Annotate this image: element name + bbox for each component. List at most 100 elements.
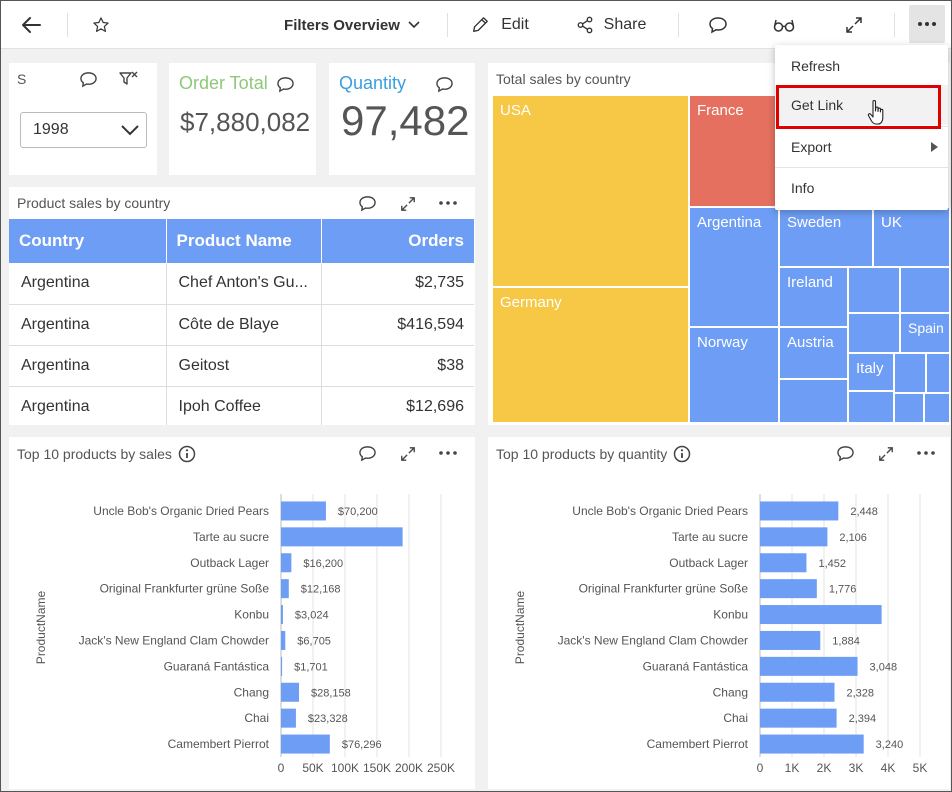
treemap-cell[interactable] xyxy=(848,391,894,423)
comment-icon[interactable] xyxy=(433,73,455,95)
treemap-title: Total sales by country xyxy=(496,71,631,87)
category-label: Camembert Pierrot xyxy=(168,737,270,751)
data-label: 3,048 xyxy=(870,661,898,673)
menu-item-refresh[interactable]: Refresh xyxy=(775,46,948,86)
menu-item-label: Refresh xyxy=(791,58,841,74)
bar xyxy=(760,605,882,625)
treemap-label: USA xyxy=(500,102,531,119)
treemap-cell-germany[interactable]: Germany xyxy=(492,287,689,423)
data-label: 2,328 xyxy=(846,687,874,699)
share-button[interactable]: Share xyxy=(571,1,651,49)
treemap-cell[interactable] xyxy=(894,353,926,393)
data-label: 1,884 xyxy=(832,635,860,647)
treemap-cell-italy[interactable]: Italy xyxy=(848,353,894,391)
dashboard-title-dropdown[interactable]: Filters Overview xyxy=(277,1,427,49)
treemap-cell-ireland[interactable]: Ireland xyxy=(779,267,848,327)
comment-icon[interactable] xyxy=(77,68,99,90)
data-label: $1,701 xyxy=(294,661,328,673)
bar xyxy=(760,734,864,754)
table-row[interactable]: Argentina Geitost $38 xyxy=(9,345,474,387)
fullscreen-icon[interactable] xyxy=(837,1,871,49)
treemap-cell-france[interactable]: France xyxy=(689,95,779,207)
table-cell: Argentina xyxy=(9,263,167,305)
maximize-icon[interactable] xyxy=(397,193,419,215)
kpi-quantity-value: 97,482 xyxy=(341,97,470,144)
star-icon[interactable] xyxy=(85,1,117,49)
data-label: $23,328 xyxy=(308,713,348,725)
category-label: Konbu xyxy=(234,608,269,622)
treemap-cell[interactable] xyxy=(900,267,950,313)
treemap-label: Ireland xyxy=(787,274,833,291)
table-cell: Côte de Blaye xyxy=(166,304,322,346)
column-header-orders[interactable]: Orders xyxy=(321,219,474,263)
treemap-cell-spain[interactable]: Spain xyxy=(900,313,950,353)
category-label: Tarte au sucre xyxy=(193,530,269,544)
comment-icon[interactable] xyxy=(701,1,735,49)
menu-item-info[interactable]: Info xyxy=(775,168,948,208)
share-label: Share xyxy=(603,16,647,33)
clear-filter-icon[interactable] xyxy=(117,68,139,90)
table-row[interactable]: Argentina Ipoh Coffee $12,696 xyxy=(9,386,474,425)
year-select[interactable]: 1998 xyxy=(20,112,147,148)
treemap-cell[interactable] xyxy=(848,313,900,353)
toolbar-divider xyxy=(678,13,679,37)
treemap-label: Sweden xyxy=(787,214,842,231)
treemap-cell-uk[interactable]: UK xyxy=(873,207,950,267)
edit-button[interactable]: Edit xyxy=(463,1,537,49)
x-tick-label: 0 xyxy=(757,761,764,775)
treemap-cell[interactable] xyxy=(926,353,950,393)
treemap-cell[interactable] xyxy=(779,379,848,423)
bar xyxy=(760,708,837,728)
category-label: Guaraná Fantástica xyxy=(164,659,270,673)
treemap-label: Italy xyxy=(856,360,884,377)
table-row[interactable]: Argentina Côte de Blaye $416,594 xyxy=(9,304,474,346)
table-cell: $2,735 xyxy=(321,263,474,305)
bar xyxy=(281,708,296,728)
column-header-product-name[interactable]: Product Name xyxy=(166,219,322,263)
table-row[interactable]: Argentina Chef Anton's Gu... $2,735 xyxy=(9,263,474,305)
category-label: Chai xyxy=(723,711,748,725)
treemap-cell-sweden[interactable]: Sweden xyxy=(779,207,873,267)
caret-right-icon xyxy=(931,142,938,152)
category-label: Chang xyxy=(713,685,748,699)
treemap-label: UK xyxy=(881,214,902,231)
treemap-cell[interactable] xyxy=(924,393,950,423)
data-label: $12,168 xyxy=(301,584,341,596)
treemap-cell-austria[interactable]: Austria xyxy=(779,327,848,379)
table-cell: $38 xyxy=(321,345,474,387)
dashboard-title: Filters Overview xyxy=(284,16,400,34)
bar xyxy=(760,553,807,573)
x-tick-label: 100K xyxy=(331,761,359,775)
bar xyxy=(281,527,403,547)
toolbar-divider xyxy=(447,13,448,37)
data-label: $16,200 xyxy=(303,558,343,570)
ellipsis-icon[interactable] xyxy=(437,192,459,214)
data-label: $76,296 xyxy=(342,739,382,751)
comment-icon[interactable] xyxy=(356,192,378,214)
back-arrow-icon[interactable] xyxy=(11,1,51,49)
more-options-button[interactable] xyxy=(909,5,945,43)
treemap-cell-usa[interactable]: USA xyxy=(492,95,689,287)
treemap-cell[interactable] xyxy=(848,267,900,313)
x-tick-label: 250K xyxy=(427,761,455,775)
toolbar-divider xyxy=(894,13,895,37)
table-cell: Argentina xyxy=(9,304,167,346)
top-toolbar: Filters Overview Edit Share xyxy=(1,1,951,49)
glasses-icon[interactable] xyxy=(767,1,801,49)
x-tick-label: 4K xyxy=(881,761,896,775)
column-header-country[interactable]: Country xyxy=(9,219,167,263)
menu-item-export[interactable]: Export xyxy=(775,127,948,167)
treemap-cell-norway[interactable]: Norway xyxy=(689,327,779,423)
data-label: $28,158 xyxy=(311,687,351,699)
top-products-by-quantity-card: Top 10 products by quantity 0 1K 2K 3K 4K 5K U… xyxy=(488,437,950,789)
pencil-icon xyxy=(473,17,489,32)
treemap-cell[interactable] xyxy=(894,393,924,423)
treemap-cell-argentina[interactable]: Argentina xyxy=(689,207,779,327)
data-label: $3,024 xyxy=(295,610,329,622)
category-label: Konbu xyxy=(713,608,748,622)
treemap-label: France xyxy=(697,102,744,119)
category-label: Outback Lager xyxy=(669,556,748,570)
treemap-label: Austria xyxy=(787,334,834,351)
top-products-by-sales-card: Top 10 products by sales 0 50K 100K 150K 200… xyxy=(9,437,475,789)
comment-icon[interactable] xyxy=(274,73,296,95)
